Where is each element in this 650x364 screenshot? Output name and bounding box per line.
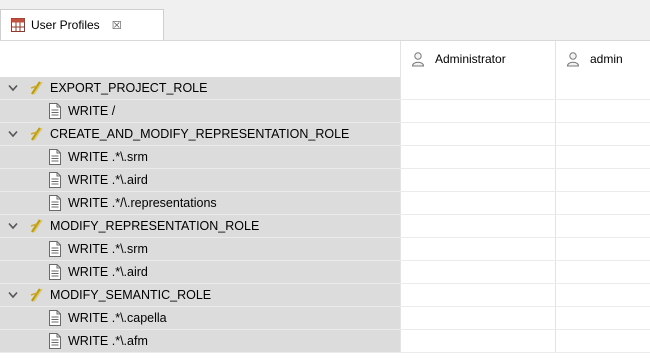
permission-label: WRITE .*\.aird bbox=[68, 173, 148, 187]
permission-label: WRITE .*\.srm bbox=[68, 242, 148, 256]
column-header-label: Administrator bbox=[435, 52, 506, 66]
role-icon bbox=[30, 219, 43, 233]
chevron-down-icon[interactable] bbox=[6, 130, 20, 138]
document-icon bbox=[49, 172, 61, 188]
cell-admin[interactable] bbox=[555, 284, 650, 306]
cell-admin[interactable] bbox=[555, 192, 650, 214]
table-row-permission[interactable]: WRITE .*\.aird bbox=[0, 169, 650, 192]
role-label: MODIFY_SEMANTIC_ROLE bbox=[50, 288, 212, 302]
cell-admin[interactable] bbox=[555, 215, 650, 237]
cell-administrator[interactable] bbox=[400, 307, 555, 329]
tree-cell: WRITE .*\.aird bbox=[0, 169, 400, 191]
tree-cell: WRITE .*\.srm bbox=[0, 238, 400, 260]
role-label: CREATE_AND_MODIFY_REPRESENTATION_ROLE bbox=[50, 127, 350, 141]
permission-label: WRITE .*\.aird bbox=[68, 265, 148, 279]
table-row-permission[interactable]: WRITE / bbox=[0, 100, 650, 123]
cell-admin[interactable] bbox=[555, 146, 650, 168]
column-header-administrator[interactable]: Administrator bbox=[400, 41, 555, 77]
tab-user-profiles[interactable]: User Profiles ☒ bbox=[0, 9, 164, 40]
tree-cell: WRITE .*\.aird bbox=[0, 261, 400, 283]
role-label: EXPORT_PROJECT_ROLE bbox=[50, 81, 208, 95]
cell-admin[interactable] bbox=[555, 169, 650, 191]
permission-label: WRITE / bbox=[68, 104, 116, 118]
document-icon bbox=[49, 333, 61, 349]
table-row-permission[interactable]: WRITE .*\.aird bbox=[0, 261, 650, 284]
cell-administrator[interactable] bbox=[400, 77, 555, 99]
table-row-permission[interactable]: WRITE .*\.capella bbox=[0, 307, 650, 330]
tree-cell: CREATE_AND_MODIFY_REPRESENTATION_ROLE bbox=[0, 123, 400, 145]
user-profiles-icon bbox=[11, 18, 25, 32]
table-row-role[interactable]: MODIFY_SEMANTIC_ROLE bbox=[0, 284, 650, 307]
permission-label: WRITE .*/\.representations bbox=[68, 196, 217, 210]
cell-administrator[interactable] bbox=[400, 284, 555, 306]
role-icon bbox=[30, 81, 43, 95]
table-header: Administrator admin bbox=[0, 41, 650, 77]
tree-rows: EXPORT_PROJECT_ROLE WRITE / CREATE_AND_M… bbox=[0, 77, 650, 353]
cell-administrator[interactable] bbox=[400, 100, 555, 122]
tab-title: User Profiles bbox=[31, 18, 100, 32]
cell-admin[interactable] bbox=[555, 307, 650, 329]
tree-cell: WRITE .*/\.representations bbox=[0, 192, 400, 214]
document-icon bbox=[49, 103, 61, 119]
table-row-role[interactable]: CREATE_AND_MODIFY_REPRESENTATION_ROLE bbox=[0, 123, 650, 146]
cell-administrator[interactable] bbox=[400, 123, 555, 145]
permission-label: WRITE .*\.capella bbox=[68, 311, 167, 325]
document-icon bbox=[49, 149, 61, 165]
chevron-down-icon[interactable] bbox=[6, 222, 20, 230]
document-icon bbox=[49, 241, 61, 257]
cell-administrator[interactable] bbox=[400, 330, 555, 352]
user-profiles-table: Administrator admin EXPORT_PROJECT_ROLE bbox=[0, 41, 650, 364]
cell-admin[interactable] bbox=[555, 123, 650, 145]
document-icon bbox=[49, 264, 61, 280]
close-icon[interactable]: ☒ bbox=[112, 19, 122, 32]
table-row-permission[interactable]: WRITE .*/\.representations bbox=[0, 192, 650, 215]
cell-admin[interactable] bbox=[555, 330, 650, 352]
tree-cell: MODIFY_SEMANTIC_ROLE bbox=[0, 284, 400, 306]
cell-administrator[interactable] bbox=[400, 261, 555, 283]
table-row-role[interactable]: EXPORT_PROJECT_ROLE bbox=[0, 77, 650, 100]
tree-cell: WRITE .*\.capella bbox=[0, 307, 400, 329]
table-row-permission[interactable]: WRITE .*\.srm bbox=[0, 146, 650, 169]
cell-administrator[interactable] bbox=[400, 215, 555, 237]
tree-cell: WRITE .*\.afm bbox=[0, 330, 400, 352]
permission-label: WRITE .*\.srm bbox=[68, 150, 148, 164]
document-icon bbox=[49, 310, 61, 326]
tree-cell: MODIFY_REPRESENTATION_ROLE bbox=[0, 215, 400, 237]
cell-admin[interactable] bbox=[555, 100, 650, 122]
editor-tab-bar: User Profiles ☒ bbox=[0, 0, 650, 41]
chevron-down-icon[interactable] bbox=[6, 291, 20, 299]
role-label: MODIFY_REPRESENTATION_ROLE bbox=[50, 219, 260, 233]
role-icon bbox=[30, 288, 43, 302]
permission-label: WRITE .*\.afm bbox=[68, 334, 148, 348]
user-icon bbox=[411, 52, 425, 67]
cell-admin[interactable] bbox=[555, 238, 650, 260]
column-header-label: admin bbox=[590, 52, 623, 66]
table-row-role[interactable]: MODIFY_REPRESENTATION_ROLE bbox=[0, 215, 650, 238]
cell-admin[interactable] bbox=[555, 77, 650, 99]
cell-administrator[interactable] bbox=[400, 169, 555, 191]
cell-administrator[interactable] bbox=[400, 238, 555, 260]
role-icon bbox=[30, 127, 43, 141]
column-header-admin[interactable]: admin bbox=[555, 41, 650, 77]
cell-admin[interactable] bbox=[555, 261, 650, 283]
document-icon bbox=[49, 195, 61, 211]
tree-cell: EXPORT_PROJECT_ROLE bbox=[0, 77, 400, 99]
cell-administrator[interactable] bbox=[400, 146, 555, 168]
tree-cell: WRITE / bbox=[0, 100, 400, 122]
cell-administrator[interactable] bbox=[400, 192, 555, 214]
table-row-permission[interactable]: WRITE .*\.afm bbox=[0, 330, 650, 353]
chevron-down-icon[interactable] bbox=[6, 84, 20, 92]
tree-cell: WRITE .*\.srm bbox=[0, 146, 400, 168]
user-icon bbox=[566, 52, 580, 67]
table-row-permission[interactable]: WRITE .*\.srm bbox=[0, 238, 650, 261]
